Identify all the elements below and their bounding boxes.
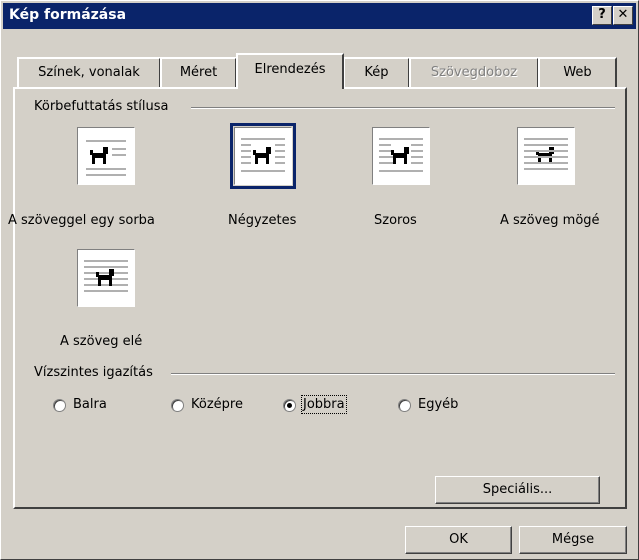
ok-button[interactable]: OK	[405, 526, 512, 554]
square-wrap-dog-icon	[241, 138, 285, 172]
wrap-behind-option[interactable]	[517, 127, 575, 185]
inline-dog-icon	[86, 140, 126, 176]
align-other-radio[interactable]	[398, 399, 411, 412]
tab-web[interactable]: Web	[538, 57, 617, 87]
wrap-square-option[interactable]	[230, 123, 296, 189]
align-left-radio[interactable]	[53, 399, 66, 412]
tab-picture[interactable]: Kép	[343, 57, 410, 87]
format-picture-dialog: Kép formázása ? ✕ Színek, vonalak Méret …	[0, 0, 639, 560]
wrap-inline-label: A szöveggel egy sorba	[8, 213, 155, 228]
align-right-label[interactable]: Jobbra	[301, 395, 347, 414]
tab-layout[interactable]: Elrendezés	[236, 53, 344, 89]
tab-text-box[interactable]: Szövegdoboz	[409, 57, 539, 87]
cancel-button[interactable]: Mégse	[519, 526, 627, 554]
wrap-style-group-label: Körbefuttatás stílusa	[31, 99, 172, 114]
wrap-tight-option[interactable]	[372, 127, 430, 185]
alignment-group-label: Vízszintes igazítás	[31, 365, 156, 380]
help-icon[interactable]: ?	[592, 6, 612, 25]
alignment-separator	[171, 373, 615, 375]
wrap-inline-option[interactable]	[77, 127, 135, 185]
in-front-of-text-dog-icon	[84, 260, 128, 292]
tab-colors-lines[interactable]: Színek, vonalak	[17, 57, 161, 87]
align-center-label[interactable]: Középre	[191, 397, 243, 412]
close-icon[interactable]: ✕	[613, 6, 633, 25]
tight-wrap-dog-icon	[379, 138, 423, 172]
wrap-in-front-label: A szöveg elé	[60, 334, 143, 349]
wrap-style-separator	[191, 107, 615, 109]
advanced-button[interactable]: Speciális...	[435, 476, 600, 504]
wrap-square-label: Négyzetes	[228, 213, 297, 228]
align-right-radio[interactable]	[283, 399, 296, 412]
wrap-tight-label: Szoros	[374, 213, 417, 228]
wrap-in-front-option[interactable]	[77, 249, 135, 307]
behind-text-dog-icon	[524, 138, 568, 170]
align-center-radio[interactable]	[171, 399, 184, 412]
align-left-label[interactable]: Balra	[73, 397, 107, 412]
align-other-label[interactable]: Egyéb	[418, 397, 458, 412]
tab-size[interactable]: Méret	[160, 57, 237, 87]
wrap-behind-label: A szöveg mögé	[500, 213, 600, 228]
window-title: Kép formázása	[9, 7, 127, 23]
title-bar: Kép formázása ? ✕	[3, 3, 636, 29]
